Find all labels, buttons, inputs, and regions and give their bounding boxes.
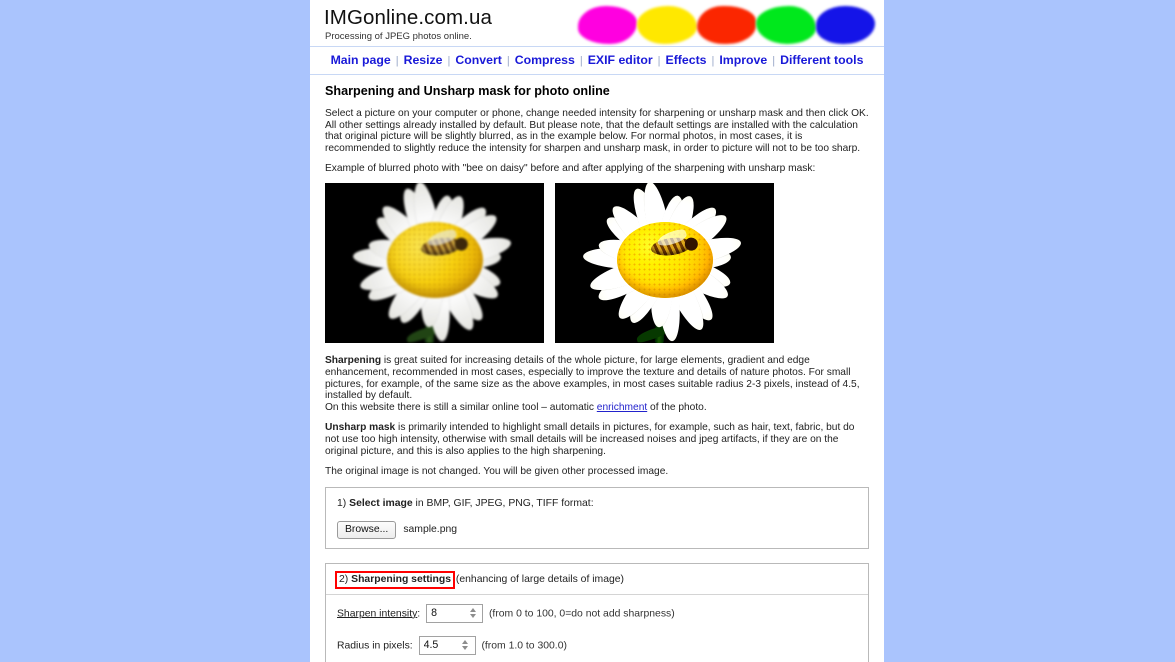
enrichment-link[interactable]: enrichment [597,402,647,413]
step2-label-bold: Sharpening settings [351,573,452,585]
nav-item-compress[interactable]: Compress [513,53,577,67]
page-content: Sharpening and Unsharp mask for photo on… [310,75,884,662]
step2-label-rest: (enhancing of large details of image) [453,573,624,585]
unsharp-rest: is primarily intended to highlight small… [325,422,855,457]
step1-file-row: Browse... sample.png [326,520,868,548]
nav-separator: | [579,55,583,67]
nav-item-resize[interactable]: Resize [402,53,445,67]
sharpening-line2-pre: On this website there is still a similar… [325,401,597,413]
sharpen-intensity-label: Sharpen intensity [337,607,418,619]
nav-separator: | [772,55,776,67]
step1-label-row: 1) Select image in BMP, GIF, JPEG, PNG, … [326,488,868,520]
logo-blob-yellow [637,6,697,44]
nav-separator: | [657,55,661,67]
sharpen-intensity-stepper[interactable] [426,603,484,623]
step1-number: 1) [337,497,347,509]
sharpening-lead: Sharpening [325,355,382,367]
nav-item-convert[interactable]: Convert [453,53,503,67]
sharpening-description: Sharpening is great suited for increasin… [325,355,869,413]
logo-color-blobs [578,4,876,46]
sharpen-intensity-input[interactable] [427,604,467,622]
radius-hint: (from 1.0 to 300.0) [481,639,567,651]
step2-number: 2) [339,573,349,585]
nav-separator: | [506,55,510,67]
step1-box: 1) Select image in BMP, GIF, JPEG, PNG, … [325,486,869,549]
browse-button[interactable]: Browse... [337,520,397,539]
spin-down-icon[interactable] [462,646,469,651]
step2-box: 2) Sharpening settings (enhancing of lar… [325,562,869,662]
step1-label-bold: Select image [349,497,413,509]
selected-filename: sample.png [403,523,458,535]
logo-blob-red [696,6,757,44]
sharpening-line2-post: of the photo. [647,401,707,413]
nav-separator: | [395,55,399,67]
radius-row: Radius in pixels: (from 1.0 to 300.0) [326,632,868,662]
spin-up-icon[interactable] [462,640,469,645]
nav-item-effects[interactable]: Effects [664,53,709,67]
radius-spin-buttons[interactable] [459,637,475,654]
main-navigation: Main page | Resize | Convert | Compress | EXIF e… [310,46,884,75]
sharpen-intensity-row: Sharpen intensity: (from 0 to 100, 0=do … [326,593,868,632]
sharpen-intensity-colon: : [417,607,421,619]
step2-label-row: 2) Sharpening settings (enhancing of lar… [326,564,868,594]
logo-blob-magenta [578,6,638,44]
nav-item-different-tools[interactable]: Different tools [778,53,865,67]
spin-up-icon[interactable] [469,608,476,613]
radius-stepper[interactable] [418,635,476,655]
page-title: Sharpening and Unsharp mask for photo on… [325,84,610,98]
nav-item-main-page[interactable]: Main page [329,53,393,67]
site-header: IMGonline.com.ua Processing of JPEG phot… [310,0,884,46]
nav-item-exif-editor[interactable]: EXIF editor [586,53,655,67]
unsharp-lead: Unsharp mask [325,422,396,434]
radius-colon: : [409,639,413,651]
example-images [325,183,869,344]
nav-item-improve[interactable]: Improve [717,53,769,67]
example-image-before [325,183,544,344]
sharpen-intensity-hint: (from 0 to 100, 0=do not add sharpness) [488,607,675,619]
page-container: IMGonline.com.ua Processing of JPEG phot… [310,0,884,662]
unsharp-description: Unsharp mask is primarily intended to hi… [325,422,869,457]
radius-label: Radius in pixels [337,639,410,651]
spin-down-icon[interactable] [469,614,476,619]
radius-input[interactable] [419,636,459,654]
logo-blob-blue [815,6,876,44]
logo-blob-green [756,6,816,44]
step2-highlighted-label: 2) Sharpening settings [334,570,456,589]
example-image-after [555,183,774,344]
sharpen-intensity-spin-buttons[interactable] [466,605,482,622]
sharpening-rest: is great suited for increasing details o… [325,355,860,402]
step1-label-rest: in BMP, GIF, JPEG, PNG, TIFF format: [412,497,594,509]
intro-paragraph: Select a picture on your computer or pho… [325,108,869,154]
original-notice: The original image is not changed. You w… [325,466,669,478]
example-caption: Example of blurred photo with "bee on da… [325,163,816,175]
